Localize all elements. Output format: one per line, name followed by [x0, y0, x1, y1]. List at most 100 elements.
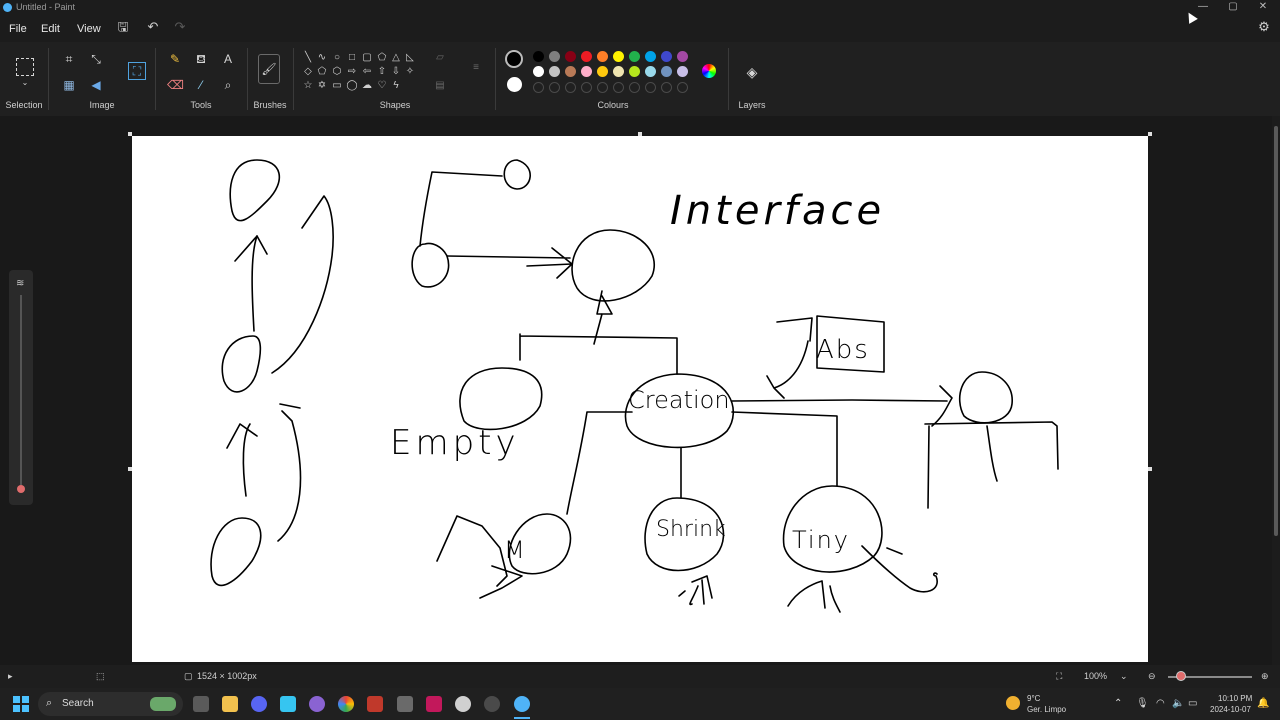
- close-icon[interactable]: ✕: [1248, 0, 1278, 16]
- up-arrow-shape-icon[interactable]: ⇧: [376, 66, 388, 78]
- vertical-scrollbar[interactable]: [1272, 116, 1280, 665]
- diamond-shape-icon[interactable]: ◇: [302, 66, 314, 78]
- taskbar-search[interactable]: ⌕ Search: [38, 692, 183, 716]
- chevron-up-icon[interactable]: ⌃: [1114, 698, 1122, 709]
- maximize-icon[interactable]: ▢: [1218, 0, 1248, 16]
- battery-icon[interactable]: ▭: [1188, 698, 1197, 709]
- oval-shape-icon[interactable]: ○: [331, 52, 343, 64]
- settings-gear-icon[interactable]: ⚙: [1257, 20, 1271, 34]
- colour-swatch[interactable]: [645, 51, 656, 62]
- text-tool-icon[interactable]: A: [220, 51, 236, 67]
- curve-shape-icon[interactable]: ∿: [316, 52, 328, 64]
- rectangle-shape-icon[interactable]: □: [346, 52, 358, 64]
- layers-icon[interactable]: ◈: [744, 64, 760, 80]
- slider-thumb[interactable]: [17, 485, 25, 493]
- fill-bucket-icon[interactable]: ⛾: [193, 51, 209, 67]
- scroll-thumb[interactable]: [1274, 126, 1278, 536]
- canvas-resize-handle[interactable]: [1148, 467, 1152, 471]
- custom-colour-slot[interactable]: [677, 82, 688, 93]
- file-explorer-icon[interactable]: [222, 696, 238, 712]
- colour-swatch[interactable]: [597, 66, 608, 77]
- colour-swatch[interactable]: [565, 66, 576, 77]
- save-icon[interactable]: 🖫: [116, 20, 130, 34]
- pentagon-shape-icon[interactable]: ⬠: [316, 66, 328, 78]
- windows-start-icon[interactable]: [13, 696, 29, 712]
- zoom-slider-thumb[interactable]: [1176, 671, 1186, 681]
- triangle-shape-icon[interactable]: △: [390, 52, 402, 64]
- custom-colour-slot[interactable]: [661, 82, 672, 93]
- colour-swatch[interactable]: [629, 66, 640, 77]
- custom-colour-slot[interactable]: [549, 82, 560, 93]
- hexagon-shape-icon[interactable]: ⬡: [331, 66, 343, 78]
- colour-swatch[interactable]: [549, 66, 560, 77]
- image-select-icon[interactable]: ⛶: [128, 62, 146, 80]
- colour-swatch[interactable]: [613, 51, 624, 62]
- crop-icon[interactable]: ⌗: [61, 51, 77, 67]
- zoom-dropdown-icon[interactable]: ⌄: [1120, 671, 1128, 682]
- custom-colour-slot[interactable]: [629, 82, 640, 93]
- undo-icon[interactable]: ↶: [146, 20, 160, 34]
- colour-swatch[interactable]: [533, 51, 544, 62]
- magnifier-icon[interactable]: ⌕: [220, 77, 236, 93]
- custom-colour-slot[interactable]: [597, 82, 608, 93]
- line-shape-icon[interactable]: ╲: [302, 52, 314, 64]
- colour-swatch[interactable]: [677, 51, 688, 62]
- custom-colour-slot[interactable]: [613, 82, 624, 93]
- jetbrains-icon[interactable]: [426, 696, 442, 712]
- volume-icon[interactable]: 🔈: [1172, 698, 1184, 709]
- canvas-resize-handle[interactable]: [1148, 132, 1152, 136]
- unity-icon[interactable]: [397, 696, 413, 712]
- clock-time[interactable]: 10:10 PM: [1218, 694, 1252, 703]
- six-point-star-icon[interactable]: ✡: [316, 80, 328, 92]
- clock-date[interactable]: 2024-10-07: [1210, 705, 1251, 714]
- drawing-canvas[interactable]: Interface Abs Creation Empty Shrink Tiny…: [132, 136, 1148, 662]
- colour-swatch[interactable]: [629, 51, 640, 62]
- flip-icon[interactable]: ◀: [88, 77, 104, 93]
- pencil-icon[interactable]: ✎: [167, 51, 183, 67]
- chrome-icon[interactable]: [338, 696, 354, 712]
- colour-swatch[interactable]: [581, 66, 592, 77]
- colour-swatch[interactable]: [677, 66, 688, 77]
- right-triangle-shape-icon[interactable]: ◺: [404, 52, 416, 64]
- eraser-icon[interactable]: ⌫: [167, 77, 184, 93]
- left-arrow-shape-icon[interactable]: ⇦: [361, 66, 373, 78]
- star-shape-icon[interactable]: ☆: [302, 80, 314, 92]
- fill-icon[interactable]: ▤: [434, 80, 446, 92]
- rounded-rectangle-shape-icon[interactable]: ▢: [361, 52, 373, 64]
- colour-swatch[interactable]: [597, 51, 608, 62]
- rectangle-select-icon[interactable]: [16, 58, 34, 76]
- settings-app-icon[interactable]: [484, 696, 500, 712]
- brush-size-slider[interactable]: ≋: [9, 270, 33, 505]
- colour-swatch[interactable]: [661, 66, 672, 77]
- zoom-level[interactable]: 100%: [1084, 671, 1107, 681]
- four-point-star-icon[interactable]: ✧: [404, 66, 416, 78]
- steam-icon[interactable]: [455, 696, 471, 712]
- colour-swatch[interactable]: [549, 51, 560, 62]
- microphone-icon[interactable]: 🎙: [1136, 698, 1149, 709]
- fit-to-window-icon[interactable]: ⛶: [1056, 671, 1062, 682]
- zoom-out-icon[interactable]: ⊖: [1148, 671, 1156, 682]
- heart-shape-icon[interactable]: ♡: [376, 80, 388, 92]
- task-view-icon[interactable]: [193, 696, 209, 712]
- github-desktop-icon[interactable]: [309, 696, 325, 712]
- callout-oval-icon[interactable]: ◯: [346, 80, 358, 92]
- menu-view[interactable]: View: [77, 23, 101, 35]
- resize-icon[interactable]: ⤡: [88, 51, 104, 67]
- polygon-shape-icon[interactable]: ⬠: [376, 52, 388, 64]
- discord-icon[interactable]: [251, 696, 267, 712]
- colour-swatch[interactable]: [533, 66, 544, 77]
- notification-bell-icon[interactable]: 🔔: [1257, 698, 1269, 709]
- app-icon-red[interactable]: [367, 696, 383, 712]
- colour-swatch[interactable]: [581, 51, 592, 62]
- slack-icon[interactable]: [280, 696, 296, 712]
- wifi-icon[interactable]: ◠: [1156, 698, 1165, 709]
- callout-cloud-icon[interactable]: ☁: [361, 80, 373, 92]
- menu-edit[interactable]: Edit: [41, 23, 60, 35]
- paint-taskbar-icon[interactable]: [514, 696, 530, 712]
- primary-colour[interactable]: [505, 50, 523, 68]
- down-arrow-shape-icon[interactable]: ⇩: [390, 66, 402, 78]
- custom-colour-slot[interactable]: [533, 82, 544, 93]
- secondary-colour[interactable]: [507, 77, 522, 92]
- colour-swatch[interactable]: [613, 66, 624, 77]
- edit-colours-icon[interactable]: [702, 64, 716, 78]
